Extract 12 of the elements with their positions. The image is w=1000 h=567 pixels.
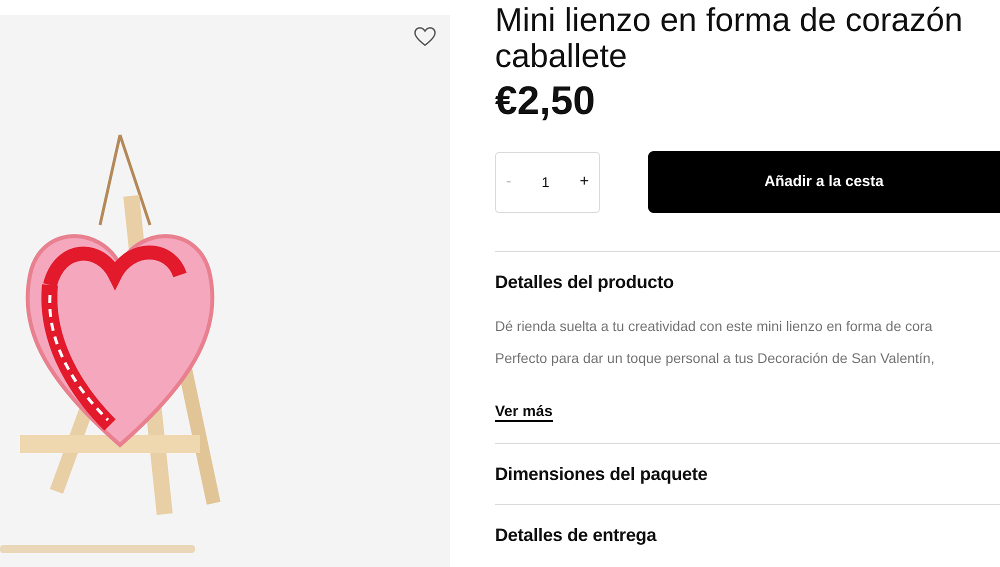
product-price: €2,50	[495, 79, 596, 124]
favorite-heart-icon[interactable]	[412, 25, 438, 49]
quantity-value[interactable]: 1	[542, 172, 550, 193]
section-header[interactable]: Dimensiones del paquete	[495, 464, 1000, 486]
section-header[interactable]: Detalles de entrega	[495, 525, 1000, 548]
product-title: Mini lienzo en forma de corazón caballete	[495, 0, 964, 74]
see-more-link[interactable]: Ver más	[495, 402, 553, 422]
description-line: Dé rienda suelta a tu creatividad con este mini lienzo en forma de cora	[495, 316, 934, 336]
increase-button[interactable]: +	[576, 168, 593, 196]
add-to-cart-button[interactable]: Añadir a la cesta	[648, 151, 1000, 214]
section-header[interactable]: Detalles del producto	[495, 272, 1000, 294]
description-line: Perfecto para dar un toque personal a tus Decoración de San Valentín,	[495, 348, 936, 368]
